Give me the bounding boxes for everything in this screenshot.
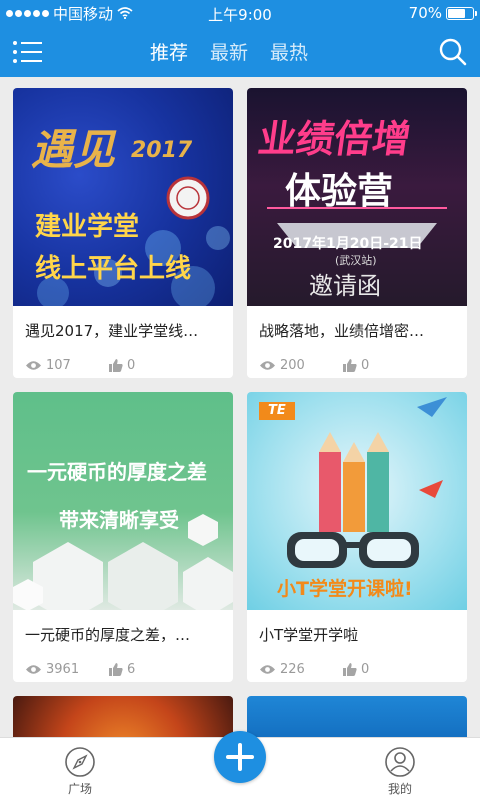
- art-subtitle: 体验营: [285, 171, 394, 212]
- likes-count[interactable]: 0: [109, 358, 135, 373]
- app-header: 中国移动 上午9:00 70% 推荐 最新 最热: [0, 0, 480, 77]
- nav-tabs: 推荐 最新 最热: [150, 26, 308, 77]
- views-value: 3961: [46, 661, 80, 677]
- card-meta: 226 0: [247, 648, 467, 680]
- tab-square-label: 广场: [67, 782, 92, 796]
- create-post-button[interactable]: [214, 731, 266, 783]
- thumbs-up-icon: [343, 359, 357, 372]
- card-meta: 200 0: [247, 344, 467, 376]
- art-subtitle: 建业学堂: [35, 212, 140, 242]
- views-value: 226: [280, 661, 305, 677]
- likes-count[interactable]: 6: [109, 662, 135, 677]
- battery-percent: 70%: [408, 4, 442, 22]
- likes-value: 0: [361, 357, 370, 373]
- card-meta: 3961 6: [13, 648, 233, 680]
- eye-icon: [26, 360, 41, 370]
- card-title[interactable]: 小T学堂开学啦: [247, 610, 467, 648]
- likes-value: 0: [127, 357, 136, 373]
- art-subtitle-2: 线上平台上线: [35, 254, 192, 284]
- battery-fill: [448, 8, 465, 18]
- tab-mine-label: 我的: [387, 782, 412, 796]
- feed-card[interactable]: [13, 696, 233, 737]
- art-date: 2017年1月20日-21日: [273, 236, 423, 252]
- hexagon-decoration: [13, 514, 233, 610]
- likes-value: 0: [361, 661, 370, 677]
- views-count: 226: [259, 662, 343, 677]
- feed-card[interactable]: TE 小T学堂开课啦! 小T学堂开学啦 226 0: [247, 392, 467, 682]
- card-thumbnail[interactable]: 一元硬币的厚度之差 带来清晰享受: [13, 392, 233, 610]
- thumbs-up-icon: [109, 663, 123, 676]
- views-value: 107: [46, 357, 71, 373]
- views-count: 3961: [25, 662, 109, 677]
- tab-latest[interactable]: 最新: [210, 38, 248, 65]
- art-year: 2017: [131, 138, 193, 163]
- views-count: 107: [25, 358, 109, 373]
- nav-bar: 推荐 最新 最热: [0, 26, 480, 77]
- search-icon[interactable]: [438, 37, 468, 67]
- card-thumbnail[interactable]: 遇见 2017 建业学堂 线上平台上线: [13, 88, 233, 306]
- card-thumbnail[interactable]: [13, 696, 233, 737]
- feed-card[interactable]: 一元硬币的厚度之差 带来清晰享受 一元硬币的厚度之差，… 3961 6: [13, 392, 233, 682]
- art-headline: 业绩倍增: [255, 117, 414, 161]
- tab-mine[interactable]: 我的: [370, 746, 430, 797]
- compass-icon: [65, 747, 95, 777]
- tab-square[interactable]: 广场: [50, 746, 110, 797]
- likes-value: 6: [127, 661, 136, 677]
- likes-count[interactable]: 0: [343, 662, 369, 677]
- status-bar: 中国移动 上午9:00 70%: [0, 0, 480, 26]
- wifi-icon: [117, 7, 133, 19]
- eye-icon: [260, 360, 275, 370]
- views-count: 200: [259, 358, 343, 373]
- eye-icon: [26, 664, 41, 674]
- feed-grid: 遇见 2017 建业学堂 线上平台上线 遇见2017，建业学堂线… 107 0 …: [0, 77, 480, 737]
- feed-card[interactable]: 业绩倍增 体验营 2017年1月20日-21日 (武汉站) 邀请函 战略落地，业…: [247, 88, 467, 378]
- card-title[interactable]: 战略落地，业绩倍增密…: [247, 306, 467, 344]
- card-title[interactable]: 一元硬币的厚度之差，…: [13, 610, 233, 648]
- thumbs-up-icon: [343, 663, 357, 676]
- card-thumbnail[interactable]: TE 小T学堂开课啦!: [247, 392, 467, 610]
- art-headline: 小T学堂开课啦!: [277, 578, 413, 600]
- feed-card[interactable]: 遇见 2017 建业学堂 线上平台上线 遇见2017，建业学堂线… 107 0: [13, 88, 233, 378]
- card-meta: 107 0: [13, 344, 233, 376]
- art-subtitle: 带来清晰享受: [59, 508, 179, 532]
- thumbs-up-icon: [109, 359, 123, 372]
- signal-icon: [6, 9, 49, 17]
- battery-icon: [446, 6, 477, 20]
- art-invitation: 邀请函: [309, 272, 381, 300]
- card-title[interactable]: 遇见2017，建业学堂线…: [13, 306, 233, 344]
- brand-logo: TE: [259, 402, 295, 420]
- battery-status: 70%: [408, 4, 477, 22]
- likes-count[interactable]: 0: [343, 358, 369, 373]
- eye-icon: [260, 664, 275, 674]
- card-thumbnail[interactable]: [247, 696, 467, 737]
- tab-recommended[interactable]: 推荐: [150, 38, 188, 65]
- art-headline: 一元硬币的厚度之差: [27, 460, 207, 484]
- art-headline: 遇见: [31, 125, 116, 174]
- feed-card[interactable]: [247, 696, 467, 737]
- carrier-label: 中国移动: [53, 4, 114, 23]
- user-icon: [385, 747, 415, 777]
- views-value: 200: [280, 357, 305, 373]
- bottom-tab-bar: 广场 我的: [0, 731, 480, 800]
- tab-hottest[interactable]: 最热: [270, 38, 308, 65]
- menu-icon[interactable]: [12, 38, 44, 66]
- card-thumbnail[interactable]: 业绩倍增 体验营 2017年1月20日-21日 (武汉站) 邀请函: [247, 88, 467, 306]
- brand-label: TE: [268, 403, 286, 418]
